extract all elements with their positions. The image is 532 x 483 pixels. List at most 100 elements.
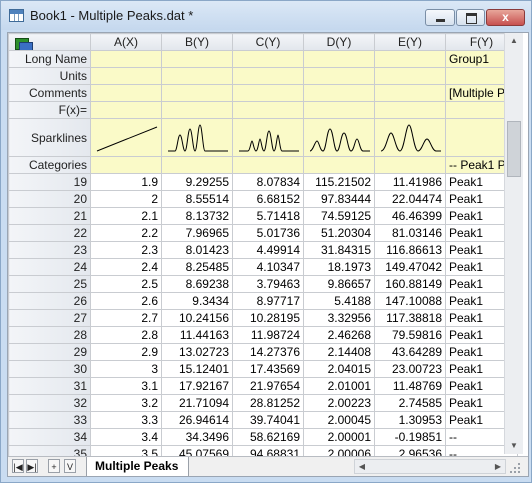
data-cell-b[interactable]: 15.12401 [161,360,233,378]
row-number[interactable]: 28 [8,326,91,344]
data-cell-c[interactable]: 3.79463 [232,275,304,293]
data-cell-d[interactable]: 2.04015 [303,360,375,378]
data-cell-a[interactable]: 2.5 [90,275,162,293]
column-header-c[interactable]: C(Y) [232,33,304,51]
data-cell-c[interactable]: 4.10347 [232,258,304,276]
data-cell-e[interactable]: 160.88149 [374,275,446,293]
label-cell-d[interactable] [303,101,375,119]
data-cell-e[interactable]: 81.03146 [374,224,446,242]
data-cell-c[interactable]: 8.07834 [232,173,304,191]
label-cell-c[interactable] [232,101,304,119]
label-cell-b[interactable] [161,67,233,85]
add-sheet-button[interactable]: + [48,459,60,473]
label-cell-d[interactable] [303,50,375,68]
data-cell-b[interactable]: 10.24156 [161,309,233,327]
data-cell-b[interactable]: 8.25485 [161,258,233,276]
label-cell-a[interactable] [90,50,162,68]
category-cell-d[interactable] [303,156,375,174]
data-cell-d[interactable]: 97.83444 [303,190,375,208]
data-cell-b[interactable]: 21.71094 [161,394,233,412]
row-number[interactable]: 19 [8,173,91,191]
category-cell-c[interactable] [232,156,304,174]
data-cell-a[interactable]: 2.1 [90,207,162,225]
column-header-a[interactable]: A(X) [90,33,162,51]
data-cell-d[interactable]: 2.14408 [303,343,375,361]
data-cell-b[interactable]: 11.44163 [161,326,233,344]
data-cell-c[interactable]: 5.01736 [232,224,304,242]
data-cell-e[interactable]: 147.10088 [374,292,446,310]
label-cell-e[interactable] [374,101,446,119]
row-number[interactable]: 26 [8,292,91,310]
data-cell-b[interactable]: 8.69238 [161,275,233,293]
row-number[interactable]: 21 [8,207,91,225]
data-cell-e[interactable]: 11.48769 [374,377,446,395]
column-properties-icon[interactable] [15,38,33,50]
label-cell-a[interactable] [90,101,162,119]
data-cell-e[interactable]: 23.00723 [374,360,446,378]
label-cell-b[interactable] [161,84,233,102]
label-cell-e[interactable] [374,84,446,102]
data-cell-e[interactable]: -0.19851 [374,428,446,446]
minimize-button[interactable] [425,9,455,26]
sparkline-cell-a[interactable] [90,118,162,157]
data-cell-d[interactable]: 3.32956 [303,309,375,327]
data-cell-d[interactable]: 2.46268 [303,326,375,344]
data-cell-e[interactable]: 22.04474 [374,190,446,208]
data-cell-e[interactable]: 116.86613 [374,241,446,259]
categories-row-header[interactable]: Categories [8,156,91,174]
row-number[interactable]: 31 [8,377,91,395]
label-cell-b[interactable] [161,50,233,68]
maximize-button[interactable] [456,9,485,26]
data-cell-c[interactable]: 58.62169 [232,428,304,446]
data-cell-e[interactable]: 117.38818 [374,309,446,327]
data-cell-d[interactable]: 2.01001 [303,377,375,395]
data-cell-e[interactable]: 1.30953 [374,411,446,429]
data-cell-e[interactable]: 79.59816 [374,326,446,344]
resize-grip-icon[interactable] [508,461,522,475]
data-cell-d[interactable]: 5.4188 [303,292,375,310]
label-row-header[interactable]: Long Name [8,50,91,68]
vertical-scrollbar[interactable]: ▲ ▼ [504,33,523,454]
scroll-thumb[interactable] [507,121,521,177]
label-cell-c[interactable] [232,67,304,85]
data-cell-c[interactable]: 6.68152 [232,190,304,208]
scroll-left-icon[interactable]: ◀ [355,460,369,473]
data-cell-b[interactable]: 8.13732 [161,207,233,225]
data-cell-c[interactable]: 28.81252 [232,394,304,412]
row-number[interactable]: 30 [8,360,91,378]
label-cell-a[interactable] [90,67,162,85]
label-cell-e[interactable] [374,50,446,68]
column-header-b[interactable]: B(Y) [161,33,233,51]
horizontal-scrollbar[interactable]: ◀ ▶ [354,459,506,474]
scroll-up-icon[interactable]: ▲ [505,33,523,49]
row-number[interactable]: 25 [8,275,91,293]
data-cell-a[interactable]: 2.7 [90,309,162,327]
scroll-right-icon[interactable]: ▶ [491,460,505,473]
data-cell-a[interactable]: 2.9 [90,343,162,361]
data-cell-a[interactable]: 3.4 [90,428,162,446]
category-cell-e[interactable] [374,156,446,174]
data-cell-d[interactable]: 2.00223 [303,394,375,412]
label-cell-c[interactable] [232,84,304,102]
data-cell-d[interactable]: 18.1973 [303,258,375,276]
data-cell-d[interactable]: 51.20304 [303,224,375,242]
data-cell-b[interactable]: 8.55514 [161,190,233,208]
data-cell-e[interactable]: 46.46399 [374,207,446,225]
row-number[interactable]: 24 [8,258,91,276]
sparklines-row-header[interactable]: Sparklines [8,118,91,157]
data-cell-b[interactable]: 34.3496 [161,428,233,446]
close-button[interactable]: x [486,9,525,26]
data-cell-a[interactable]: 2.8 [90,326,162,344]
row-number[interactable]: 29 [8,343,91,361]
category-cell-a[interactable] [90,156,162,174]
row-number[interactable]: 20 [8,190,91,208]
scroll-down-icon[interactable]: ▼ [505,438,523,454]
data-cell-e[interactable]: 11.41986 [374,173,446,191]
data-cell-c[interactable]: 4.49914 [232,241,304,259]
data-cell-a[interactable]: 2.4 [90,258,162,276]
title-bar[interactable]: Book1 - Multiple Peaks.dat * x [1,1,531,30]
data-cell-c[interactable]: 14.27376 [232,343,304,361]
first-sheet-button[interactable]: |◀ [12,459,24,473]
column-header-d[interactable]: D(Y) [303,33,375,51]
label-row-header[interactable]: Comments [8,84,91,102]
